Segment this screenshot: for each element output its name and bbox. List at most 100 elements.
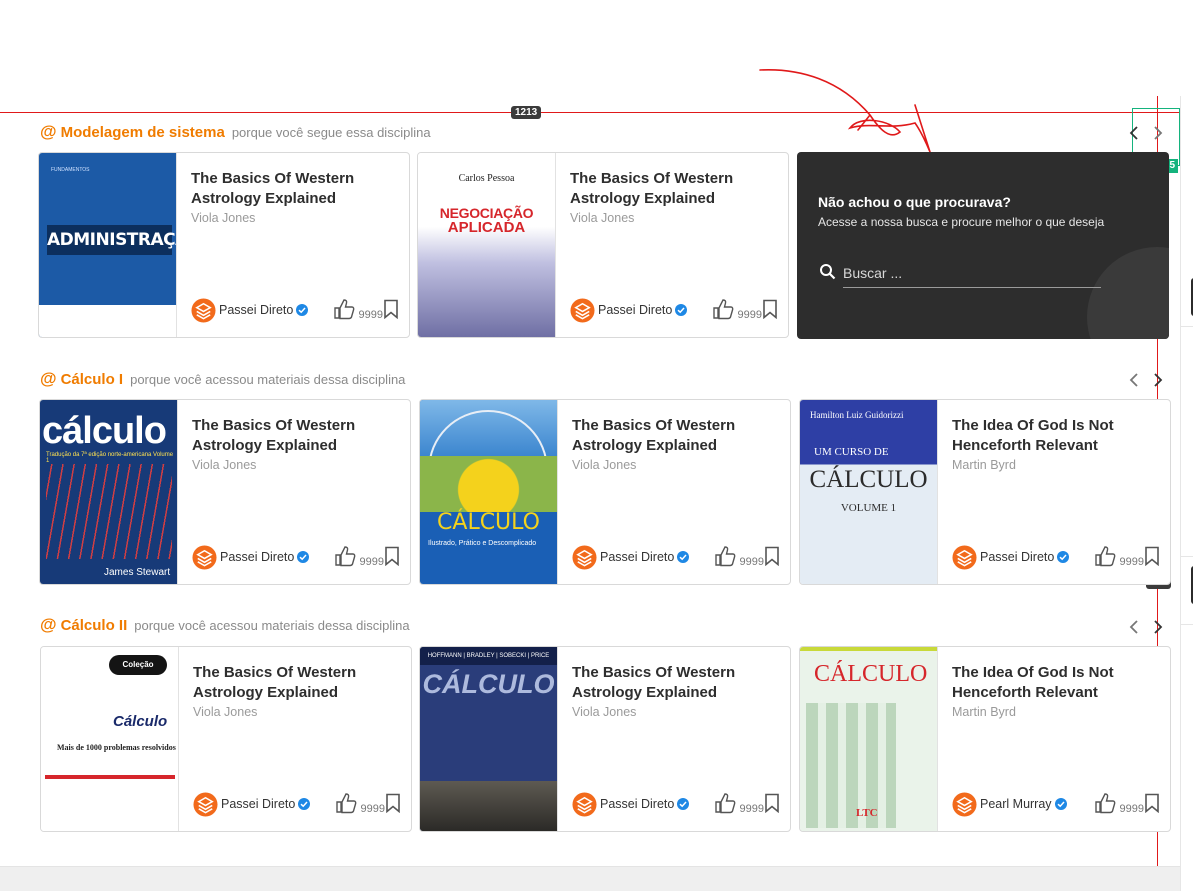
book-title[interactable]: The Basics Of Western Astrology Explaine… <box>192 416 396 456</box>
book-cover: Carlos Pessoa NEGOCIAÇÃO APLICADA <box>418 153 556 337</box>
like-count: 9999 <box>358 309 383 321</box>
material-card[interactable]: cálculo Tradução da 7ª edição norte-amer… <box>39 399 411 585</box>
book-author: Martin Byrd <box>952 458 1016 472</box>
section-reason: porque você segue essa disciplina <box>231 125 431 140</box>
publisher-logo-icon <box>952 545 977 570</box>
book-title[interactable]: The Basics Of Western Astrology Explaine… <box>570 169 774 209</box>
like-icon[interactable] <box>1094 545 1116 567</box>
width-guide-badge: 1213 <box>511 106 542 119</box>
cover-publisher: LTC <box>856 807 878 819</box>
chevron-right-icon[interactable] <box>1151 370 1165 390</box>
bookmark-icon[interactable] <box>383 299 399 319</box>
cover-title: CÁLCULO <box>814 661 928 687</box>
bookmark-icon[interactable] <box>764 793 780 813</box>
cover-title: Cálculo <box>113 713 168 730</box>
publisher-logo-icon <box>192 545 217 570</box>
like-count: 9999 <box>737 309 762 321</box>
material-card[interactable]: HOFFMANN | BRADLEY | SOBECKI | PRICE CÁL… <box>419 646 791 832</box>
book-author: Viola Jones <box>570 211 635 225</box>
book-author: Martin Byrd <box>952 705 1016 719</box>
book-title[interactable]: The Idea Of God Is Not Henceforth Releva… <box>952 663 1156 703</box>
publisher-logo-icon <box>572 545 597 570</box>
like-icon[interactable] <box>1094 792 1116 814</box>
bookmark-icon[interactable] <box>385 793 401 813</box>
material-card[interactable]: CÁLCULO LTC The Idea Of God Is Not Hence… <box>799 646 1171 832</box>
cover-subtitle: Mais de 1000 problemas resolvidos <box>57 743 176 752</box>
verified-icon <box>1057 551 1070 563</box>
chevron-left-icon[interactable] <box>1127 370 1141 390</box>
chevron-right-icon[interactable] <box>1151 123 1165 143</box>
publisher-name: Passei Direto <box>600 797 690 811</box>
publisher-name: Passei Direto <box>600 550 690 564</box>
section-reason: porque você acessou materiais dessa disc… <box>134 618 410 633</box>
like-count: 9999 <box>1119 803 1144 815</box>
book-author: Viola Jones <box>572 705 637 719</box>
publisher-name: Passei Direto <box>219 303 309 317</box>
chevron-left-icon[interactable] <box>1127 123 1141 143</box>
search-icon <box>820 264 836 280</box>
like-icon[interactable] <box>714 792 736 814</box>
material-card[interactable]: Coleção SCHAUM Cálculo Mais de 1000 prob… <box>40 646 412 832</box>
book-title[interactable]: The Basics Of Western Astrology Explaine… <box>193 663 397 703</box>
publisher-logo-icon <box>572 792 597 817</box>
publisher-name: Passei Direto <box>221 797 311 811</box>
book-cover: CÁLCULO Ilustrado, Prático e Descomplica… <box>420 400 558 584</box>
bookmark-icon[interactable] <box>384 546 400 566</box>
cover-author: Carlos Pessoa <box>458 173 515 184</box>
page: 1213 848 50 × 5 @ Modelagem de sistema p… <box>0 0 1193 891</box>
carousel-nav <box>1127 617 1167 637</box>
like-count: 9999 <box>1119 556 1144 568</box>
like-count: 9999 <box>359 556 384 568</box>
bookmark-icon[interactable] <box>1144 793 1160 813</box>
publisher-name: Passei Direto <box>598 303 688 317</box>
publisher-logo-icon <box>570 298 595 323</box>
like-icon[interactable] <box>714 545 736 567</box>
verified-icon <box>675 304 688 316</box>
cover-title: cálculo <box>42 410 167 452</box>
cover-title-2: APLICADA <box>447 219 526 236</box>
cover-subtitle: VOLUME 1 <box>840 502 897 514</box>
material-card[interactable]: CÁLCULO Ilustrado, Prático e Descomplica… <box>419 399 791 585</box>
material-card[interactable]: FUNDAMENTOS ADMINISTRAÇÃO The Basics Of … <box>38 152 410 338</box>
book-cover: Coleção SCHAUM Cálculo Mais de 1000 prob… <box>41 647 179 831</box>
book-title[interactable]: The Basics Of Western Astrology Explaine… <box>191 169 395 209</box>
section-title[interactable]: Cálculo I <box>61 371 124 388</box>
book-title[interactable]: The Basics Of Western Astrology Explaine… <box>572 416 776 456</box>
bookmark-icon[interactable] <box>762 299 778 319</box>
book-cover: FUNDAMENTOS ADMINISTRAÇÃO <box>39 153 177 337</box>
cover-title: CÁLCULO <box>437 510 540 535</box>
book-author: Viola Jones <box>193 705 258 719</box>
material-card[interactable]: Hamilton Luiz Guidorizzi UM CURSO DE CÁL… <box>799 399 1171 585</box>
book-cover: Hamilton Luiz Guidorizzi UM CURSO DE CÁL… <box>800 400 938 584</box>
like-icon[interactable] <box>335 792 357 814</box>
cover-subtitle: Ilustrado, Prático e Descomplicado <box>428 540 537 547</box>
like-icon[interactable] <box>712 298 734 320</box>
cover-pretitle: UM CURSO DE <box>814 446 889 458</box>
book-title[interactable]: The Idea Of God Is Not Henceforth Releva… <box>952 416 1156 456</box>
book-cover: HOFFMANN | BRADLEY | SOBECKI | PRICE CÁL… <box>420 647 558 831</box>
section-header-calculo-2: @ Cálculo II porque você acessou materia… <box>40 615 410 637</box>
like-icon[interactable] <box>334 545 356 567</box>
cover-title: CÁLCULO <box>809 466 928 493</box>
annotation-scribble <box>759 68 931 153</box>
book-title[interactable]: The Basics Of Western Astrology Explaine… <box>572 663 776 703</box>
publisher-name: Passei Direto <box>980 550 1070 564</box>
bookmark-icon[interactable] <box>764 546 780 566</box>
book-cover: cálculo Tradução da 7ª edição norte-amer… <box>40 400 178 584</box>
material-card[interactable]: Carlos Pessoa NEGOCIAÇÃO APLICADA The Ba… <box>417 152 789 338</box>
verified-icon <box>677 798 690 810</box>
like-count: 9999 <box>739 803 764 815</box>
section-reason: porque você acessou materiais dessa disc… <box>130 372 406 387</box>
carousel-nav <box>1127 370 1167 390</box>
section-title[interactable]: Cálculo II <box>61 617 128 634</box>
like-icon[interactable] <box>333 298 355 320</box>
right-sidebar-clipped <box>1180 96 1193 891</box>
section-title[interactable]: Modelagem de sistema <box>61 124 225 141</box>
bookmark-icon[interactable] <box>1144 546 1160 566</box>
chevron-right-icon[interactable] <box>1151 617 1165 637</box>
chevron-left-icon[interactable] <box>1127 617 1141 637</box>
cover-title: CÁLCULO <box>422 669 555 699</box>
book-cover: CÁLCULO LTC <box>800 647 938 831</box>
search-input[interactable] <box>843 258 1101 288</box>
promo-title: Não achou o que procurava? <box>818 194 1011 210</box>
